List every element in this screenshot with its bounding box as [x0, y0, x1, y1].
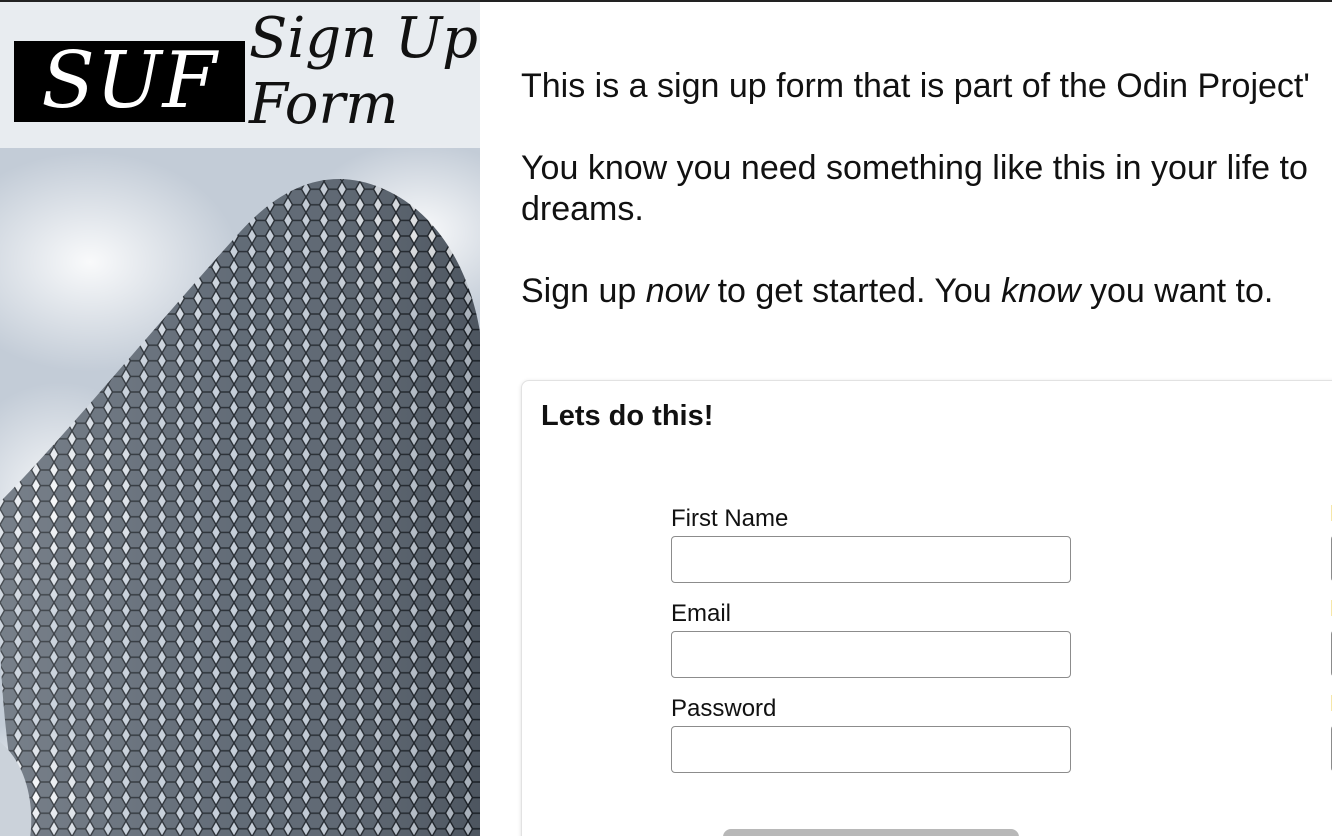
intro-line-3a: Sign up [521, 272, 646, 310]
intro-line-3c: you want to. [1080, 272, 1274, 310]
main-content: This is a sign up form that is part of t… [521, 2, 1332, 836]
form-title: Lets do this! [541, 400, 714, 432]
first-name-label: First Name [671, 505, 789, 532]
password-group: Password [671, 695, 1071, 773]
intro-line-3b: to get started. You [708, 272, 1002, 310]
email-input[interactable] [671, 631, 1071, 678]
email-group: Email [671, 600, 1071, 678]
site-title: Sign Up Form [249, 6, 479, 138]
emphasis-know: know [1001, 272, 1081, 310]
logo: SUF [14, 41, 245, 122]
emphasis-now: now [645, 272, 709, 310]
site-title-line1: Sign Up [249, 6, 479, 71]
intro-line-1: This is a sign up form that is part of t… [521, 67, 1310, 105]
first-name-input[interactable] [671, 536, 1071, 583]
intro-line-2a: You know you need something like this in… [521, 149, 1308, 187]
password-label: Password [671, 695, 777, 722]
hero-panel: SUF Sign Up Form [0, 2, 480, 836]
intro-line-2b: dreams. [521, 190, 644, 228]
email-label: Email [671, 600, 732, 627]
first-name-group: First Name [671, 505, 1071, 583]
intro-line-2: You know you need something like this in… [521, 148, 1332, 230]
password-input[interactable] [671, 726, 1071, 773]
submit-button[interactable] [723, 829, 1019, 836]
page: SUF Sign Up Form This is a sign up form … [0, 0, 1332, 836]
site-title-line2: Form [249, 72, 399, 137]
intro-line-3: Sign up now to get started. You know you… [521, 271, 1332, 312]
intro-text: This is a sign up form that is part of t… [521, 66, 1332, 353]
signup-card: Lets do this! First Name Email Password [521, 380, 1332, 836]
